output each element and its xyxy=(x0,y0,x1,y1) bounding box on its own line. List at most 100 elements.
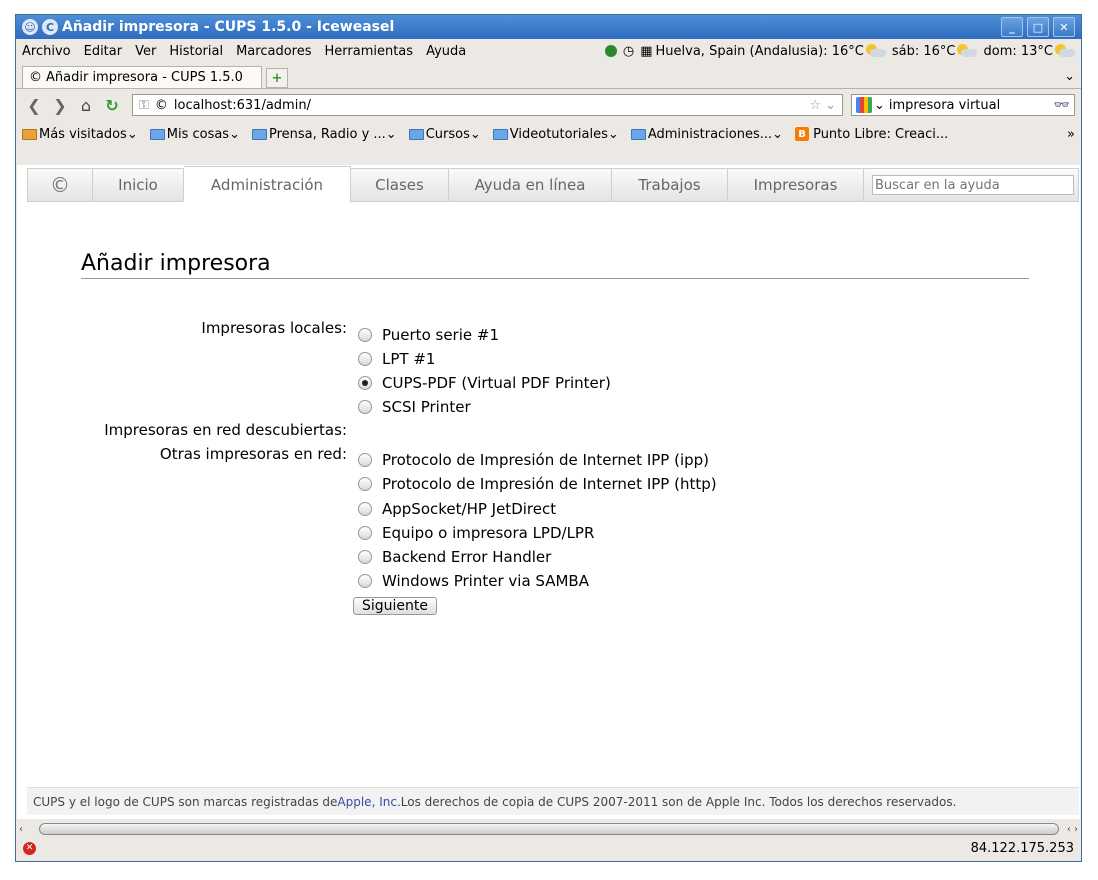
folder-icon xyxy=(408,128,424,140)
error-icon[interactable]: ✕ xyxy=(23,841,36,855)
radio-button[interactable] xyxy=(358,526,372,540)
new-tab-button[interactable]: + xyxy=(266,68,288,88)
radio-button[interactable] xyxy=(358,502,372,516)
folder-icon xyxy=(630,128,646,140)
menu-bar: Archivo Editar Ver Historial Marcadores … xyxy=(16,39,1081,63)
forward-button[interactable]: ❯ xyxy=(48,93,72,117)
search-engine-chevron-icon[interactable]: ⌄ xyxy=(874,98,885,113)
menu-herramientas[interactable]: Herramientas xyxy=(325,44,414,59)
page-title: Añadir impresora xyxy=(81,251,1029,279)
calendar-icon: ▦ xyxy=(640,43,653,59)
window-title: Añadir impresora - CUPS 1.5.0 - Icewease… xyxy=(62,19,395,35)
footer-text-a: CUPS y el logo de CUPS son marcas regist… xyxy=(33,794,338,809)
weather-widget[interactable]: ◷ ▦ Huelva, Spain (Andalusia): 16°C sáb:… xyxy=(602,44,1075,59)
cups-nav-trabajos[interactable]: Trabajos xyxy=(612,169,728,201)
google-icon[interactable] xyxy=(856,97,872,113)
scrollbar-thumb[interactable] xyxy=(39,823,1059,835)
radio-button[interactable] xyxy=(358,550,372,564)
tab-list-chevron-icon[interactable]: ⌄ xyxy=(1064,69,1075,84)
weather-saturday: sáb: 16°C xyxy=(891,43,956,59)
option-appsocket[interactable]: AppSocket/HP JetDirect xyxy=(358,500,556,518)
horizontal-scrollbar[interactable]: ‹ ‹ › xyxy=(17,821,1080,837)
radio-button[interactable] xyxy=(358,477,372,491)
discovered-printers-label: Impresoras en red descubiertas: xyxy=(104,421,347,439)
cups-nav-clases[interactable]: Clases xyxy=(351,169,449,201)
page-content: © Inicio Administración Clases Ayuda en … xyxy=(17,165,1080,819)
binoculars-icon[interactable]: 👓 xyxy=(1054,98,1070,113)
weather-sunday: dom: 13°C xyxy=(983,43,1053,59)
radio-button-checked[interactable] xyxy=(358,376,372,390)
tab-bar: © Añadir impresora - CUPS 1.5.0 + ⌄ xyxy=(16,63,1081,89)
radio-button[interactable] xyxy=(358,453,372,467)
home-icon[interactable]: ⌂ xyxy=(74,93,98,117)
bookmark-cursos[interactable]: Cursos ⌄ xyxy=(408,127,481,142)
folder-icon xyxy=(492,128,508,140)
tab-label: Añadir impresora - CUPS 1.5.0 xyxy=(46,70,243,85)
option-samba[interactable]: Windows Printer via SAMBA xyxy=(358,572,589,590)
scroll-arrows-icon[interactable]: ‹ › xyxy=(1067,824,1078,835)
local-printers-label: Impresoras locales: xyxy=(201,319,347,337)
option-ipp-http[interactable]: Protocolo de Impresión de Internet IPP (… xyxy=(358,475,717,493)
bookmark-punto-libre[interactable]: B Punto Libre: Creaci... xyxy=(795,127,948,142)
option-ipp[interactable]: Protocolo de Impresión de Internet IPP (… xyxy=(358,451,709,469)
cups-logo-icon[interactable]: © xyxy=(28,169,93,201)
bookmark-prensa[interactable]: Prensa, Radio y ... ⌄ xyxy=(252,127,397,142)
app-icon[interactable]: ☺ xyxy=(22,19,38,35)
cups-nav-inicio[interactable]: Inicio xyxy=(93,169,184,201)
blogger-icon: B xyxy=(795,127,810,141)
search-bar[interactable]: ⌄ impresora virtual 👓 xyxy=(851,94,1075,116)
option-lpd[interactable]: Equipo o impresora LPD/LPR xyxy=(358,524,594,542)
status-dot-icon xyxy=(604,45,617,57)
radio-button[interactable] xyxy=(358,574,372,588)
title-bar: ☺ C Añadir impresora - CUPS 1.5.0 - Icew… xyxy=(16,15,1081,39)
folder-icon xyxy=(252,128,267,140)
option-puerto-serie[interactable]: Puerto serie #1 xyxy=(358,326,499,344)
folder-icon xyxy=(149,128,165,140)
cups-nav-ayuda[interactable]: Ayuda en línea xyxy=(449,169,612,201)
menu-editar[interactable]: Editar xyxy=(84,44,123,59)
option-cups-pdf[interactable]: CUPS-PDF (Virtual PDF Printer) xyxy=(358,374,611,392)
next-button[interactable]: Siguiente xyxy=(353,597,437,615)
help-search-input[interactable] xyxy=(872,175,1074,195)
bookmark-mis-cosas[interactable]: Mis cosas ⌄ xyxy=(149,127,240,142)
other-printers-label: Otras impresoras en red: xyxy=(159,445,347,463)
navigation-bar: ❮ ❯ ⌂ ↻ ⚿ © localhost:631/admin/ ☆ ⌄ ⌄ i… xyxy=(16,89,1081,121)
reload-button[interactable]: ↻ xyxy=(100,93,124,117)
partly-cloudy-icon xyxy=(864,44,886,58)
footer-text-b: Los derechos de copia de CUPS 2007-2011 … xyxy=(400,794,957,809)
option-lpt[interactable]: LPT #1 xyxy=(358,350,435,368)
tab-anadir-impresora[interactable]: © Añadir impresora - CUPS 1.5.0 xyxy=(22,66,262,88)
back-button[interactable]: ❮ xyxy=(22,93,46,117)
close-button[interactable]: ✕ xyxy=(1053,17,1075,37)
radio-button[interactable] xyxy=(358,400,372,414)
apple-link[interactable]: Apple, Inc. xyxy=(337,795,400,809)
bookmark-star-icon[interactable]: ☆ ⌄ xyxy=(809,98,836,113)
bookmark-administraciones[interactable]: Administraciones... ⌄ xyxy=(630,127,783,142)
menu-ayuda[interactable]: Ayuda xyxy=(426,44,466,59)
browser-window: ☺ C Añadir impresora - CUPS 1.5.0 - Icew… xyxy=(15,14,1082,862)
cups-favicon-icon: C xyxy=(42,19,58,35)
url-bar[interactable]: ⚿ © localhost:631/admin/ ☆ ⌄ xyxy=(132,94,843,116)
maximize-button[interactable]: □ xyxy=(1027,17,1049,37)
cups-nav-impresoras[interactable]: Impresoras xyxy=(728,169,864,201)
cups-navigation: © Inicio Administración Clases Ayuda en … xyxy=(27,166,1079,203)
search-value: impresora virtual xyxy=(888,97,1001,113)
bookmark-mas-visitados[interactable]: Más visitados ⌄ xyxy=(22,127,138,142)
radio-button[interactable] xyxy=(358,352,372,366)
scroll-left-icon[interactable]: ‹ xyxy=(19,824,23,835)
minimize-button[interactable]: _ xyxy=(1001,17,1023,37)
menu-ver[interactable]: Ver xyxy=(135,44,156,59)
bookmarks-overflow-icon[interactable]: » xyxy=(1067,127,1075,142)
menu-marcadores[interactable]: Marcadores xyxy=(236,44,311,59)
menu-historial[interactable]: Historial xyxy=(169,44,223,59)
menu-archivo[interactable]: Archivo xyxy=(22,44,71,59)
option-scsi[interactable]: SCSI Printer xyxy=(358,398,471,416)
option-backend-error[interactable]: Backend Error Handler xyxy=(358,548,551,566)
folder-icon xyxy=(22,128,37,140)
status-ip: 84.122.175.253 xyxy=(970,840,1074,856)
status-bar: ✕ 84.122.175.253 xyxy=(17,837,1080,859)
bookmarks-toolbar: Más visitados ⌄ Mis cosas ⌄ Prensa, Radi… xyxy=(16,121,1081,147)
radio-button[interactable] xyxy=(358,328,372,342)
cups-nav-administracion[interactable]: Administración xyxy=(184,166,351,203)
bookmark-videotutoriales[interactable]: Videotutoriales ⌄ xyxy=(492,127,619,142)
